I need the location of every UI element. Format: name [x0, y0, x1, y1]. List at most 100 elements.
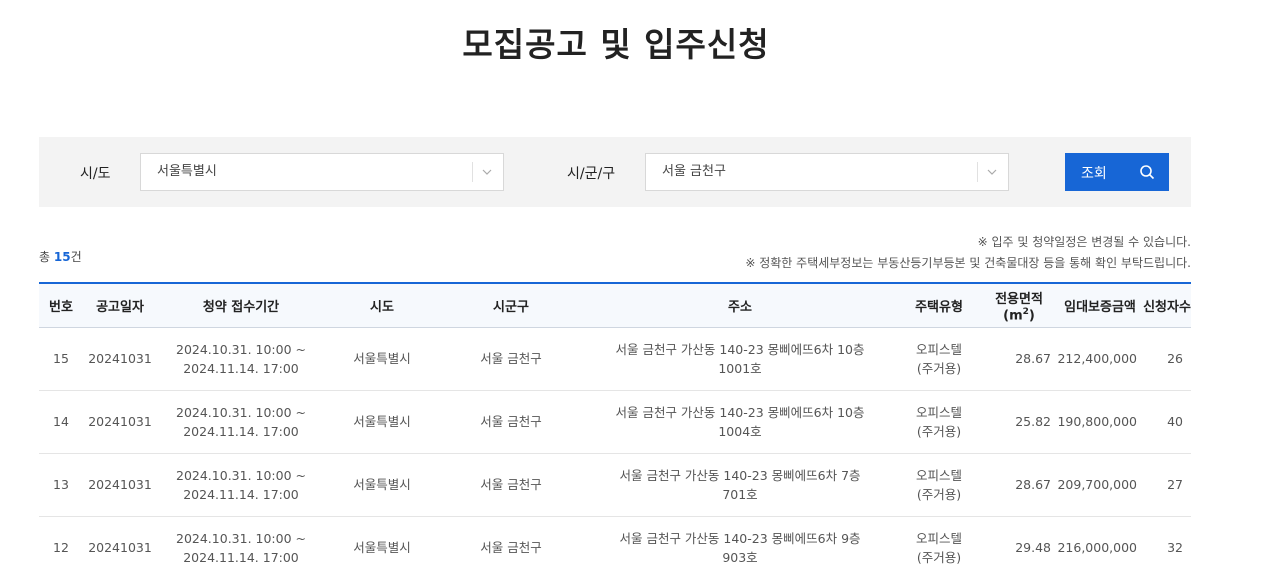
- listing-table: 번호 공고일자 청약 접수기간 시도 시군구 주소 주택유형 전용면적(m2) …: [39, 282, 1191, 576]
- total-count: 총 15건: [39, 248, 82, 265]
- col-header-sigungu: 시군구: [439, 282, 583, 328]
- address-line-1: 서울 금천구 가산동 140-23 몽삐에뜨6차 9층: [619, 530, 861, 546]
- period-end: 2024.11.14. 17:00: [183, 360, 299, 376]
- search-icon: [1140, 165, 1155, 180]
- cell-no: 12: [39, 516, 83, 576]
- area-header-text: 전용면적(m: [995, 291, 1043, 323]
- sigungu-label: 시/군/구: [567, 166, 616, 182]
- notice-details: ※ 정확한 주택세부정보는 부동산등기부등본 및 건축물대장 등을 통해 확인 …: [745, 256, 1191, 270]
- cell-sigungu: 서울 금천구: [439, 390, 583, 454]
- cell-date: 20241031: [83, 453, 157, 517]
- select-divider: [472, 162, 473, 182]
- period-start: 2024.10.31. 10:00 ~: [176, 467, 306, 483]
- cell-no: 13: [39, 453, 83, 517]
- type-line-1: 오피스텔: [915, 341, 962, 357]
- total-count-number: 15: [53, 250, 71, 264]
- cell-sido: 서울특별시: [325, 327, 439, 391]
- select-divider: [977, 162, 978, 182]
- address-line-2: 903호: [722, 549, 758, 565]
- cell-applicants: 27: [1143, 453, 1191, 517]
- notice-schedule: ※ 입주 및 청약일정은 변경될 수 있습니다.: [977, 235, 1191, 249]
- cell-sigungu: 서울 금천구: [439, 453, 583, 517]
- cell-sigungu: 서울 금천구: [439, 516, 583, 576]
- cell-type: 오피스텔 (주거용): [897, 390, 981, 454]
- period-end: 2024.11.14. 17:00: [183, 486, 299, 502]
- sigungu-select-value: 서울 금천구: [662, 164, 726, 179]
- cell-area: 29.48: [981, 516, 1057, 576]
- cell-address[interactable]: 서울 금천구 가산동 140-23 몽삐에뜨6차 7층 701호: [583, 453, 897, 517]
- col-header-applicants: 신청자수: [1143, 282, 1191, 328]
- type-line-2: (주거용): [916, 486, 962, 502]
- cell-type: 오피스텔 (주거용): [897, 327, 981, 391]
- sido-select-value: 서울특별시: [157, 164, 217, 179]
- cell-sido: 서울특별시: [325, 516, 439, 576]
- cell-address[interactable]: 서울 금천구 가산동 140-23 몽삐에뜨6차 10층 1001호: [583, 327, 897, 391]
- page-title: 모집공고 및 입주신청: [462, 25, 770, 64]
- cell-period: 2024.10.31. 10:00 ~ 2024.11.14. 17:00: [157, 327, 325, 391]
- table-header-row: 번호 공고일자 청약 접수기간 시도 시군구 주소 주택유형 전용면적(m2) …: [39, 282, 1191, 328]
- type-line-1: 오피스텔: [915, 404, 962, 420]
- search-button-label: 조회: [1081, 166, 1107, 182]
- type-line-1: 오피스텔: [915, 467, 962, 483]
- table-row[interactable]: 14 20241031 2024.10.31. 10:00 ~ 2024.11.1…: [39, 390, 1191, 454]
- cell-area: 28.67: [981, 327, 1057, 391]
- col-header-area: 전용면적(m2): [981, 282, 1057, 328]
- cell-deposit: 209,700,000: [1057, 453, 1143, 517]
- type-line-2: (주거용): [916, 360, 962, 376]
- chevron-down-icon: [987, 169, 997, 175]
- col-header-type: 주택유형: [897, 282, 981, 328]
- cell-period: 2024.10.31. 10:00 ~ 2024.11.14. 17:00: [157, 390, 325, 454]
- period-end: 2024.11.14. 17:00: [183, 549, 299, 565]
- cell-no: 14: [39, 390, 83, 454]
- cell-deposit: 212,400,000: [1057, 327, 1143, 391]
- total-suffix: 건: [70, 250, 82, 264]
- cell-address[interactable]: 서울 금천구 가산동 140-23 몽삐에뜨6차 10층 1004호: [583, 390, 897, 454]
- sido-label: 시/도: [80, 166, 111, 182]
- address-line-1: 서울 금천구 가산동 140-23 몽삐에뜨6차 7층: [619, 467, 861, 483]
- period-start: 2024.10.31. 10:00 ~: [176, 530, 306, 546]
- period-end: 2024.11.14. 17:00: [183, 423, 299, 439]
- cell-date: 20241031: [83, 516, 157, 576]
- cell-sido: 서울특별시: [325, 453, 439, 517]
- cell-period: 2024.10.31. 10:00 ~ 2024.11.14. 17:00: [157, 516, 325, 576]
- table-row[interactable]: 12 20241031 2024.10.31. 10:00 ~ 2024.11.1…: [39, 516, 1191, 576]
- cell-sido: 서울특별시: [325, 390, 439, 454]
- address-line-2: 1004호: [718, 423, 762, 439]
- col-header-deposit: 임대보증금액: [1057, 282, 1143, 328]
- type-line-1: 오피스텔: [915, 530, 962, 546]
- period-start: 2024.10.31. 10:00 ~: [176, 404, 306, 420]
- col-header-period: 청약 접수기간: [157, 282, 325, 328]
- cell-deposit: 216,000,000: [1057, 516, 1143, 576]
- type-line-2: (주거용): [916, 549, 962, 565]
- sigungu-select[interactable]: 서울 금천구: [645, 153, 1009, 191]
- type-line-2: (주거용): [916, 423, 962, 439]
- sido-select[interactable]: 서울특별시: [140, 153, 504, 191]
- cell-type: 오피스텔 (주거용): [897, 516, 981, 576]
- cell-area: 28.67: [981, 453, 1057, 517]
- cell-date: 20241031: [83, 327, 157, 391]
- period-start: 2024.10.31. 10:00 ~: [176, 341, 306, 357]
- table-row[interactable]: 13 20241031 2024.10.31. 10:00 ~ 2024.11.1…: [39, 453, 1191, 517]
- address-line-2: 701호: [722, 486, 758, 502]
- search-panel: 시/도 서울특별시 시/군/구 서울 금천구 조회: [39, 137, 1191, 207]
- cell-no: 15: [39, 327, 83, 391]
- cell-applicants: 26: [1143, 327, 1191, 391]
- cell-type: 오피스텔 (주거용): [897, 453, 981, 517]
- cell-deposit: 190,800,000: [1057, 390, 1143, 454]
- address-line-2: 1001호: [718, 360, 762, 376]
- search-button[interactable]: 조회: [1065, 153, 1169, 191]
- cell-applicants: 32: [1143, 516, 1191, 576]
- col-header-no: 번호: [39, 282, 83, 328]
- address-line-1: 서울 금천구 가산동 140-23 몽삐에뜨6차 10층: [615, 404, 865, 420]
- cell-period: 2024.10.31. 10:00 ~ 2024.11.14. 17:00: [157, 453, 325, 517]
- total-prefix: 총: [39, 250, 54, 264]
- address-line-1: 서울 금천구 가산동 140-23 몽삐에뜨6차 10층: [615, 341, 865, 357]
- col-header-sido: 시도: [325, 282, 439, 328]
- cell-applicants: 40: [1143, 390, 1191, 454]
- cell-address[interactable]: 서울 금천구 가산동 140-23 몽삐에뜨6차 9층 903호: [583, 516, 897, 576]
- cell-date: 20241031: [83, 390, 157, 454]
- col-header-date: 공고일자: [83, 282, 157, 328]
- col-header-address: 주소: [583, 282, 897, 328]
- table-row[interactable]: 15 20241031 2024.10.31. 10:00 ~ 2024.11.1…: [39, 327, 1191, 391]
- cell-sigungu: 서울 금천구: [439, 327, 583, 391]
